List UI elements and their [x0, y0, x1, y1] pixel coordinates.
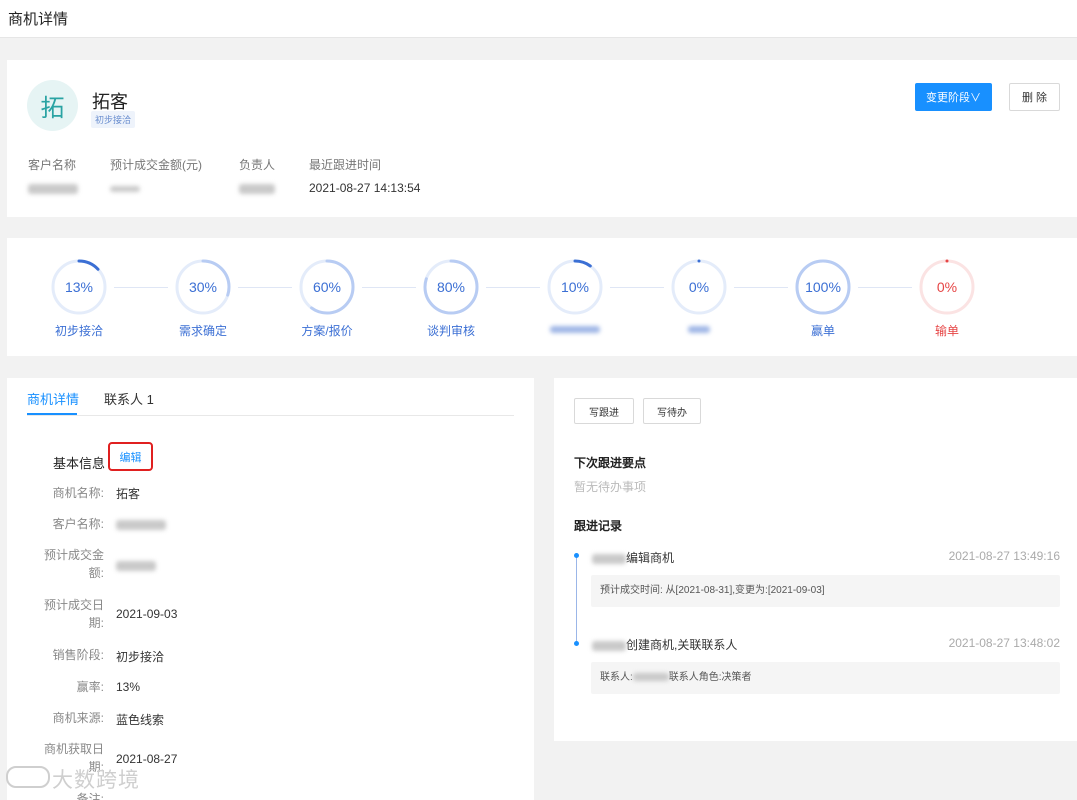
section-title: 基本信息: [53, 456, 106, 471]
record-title: 创建商机,关联联系人: [592, 636, 737, 653]
field-label: 预计成交日期:: [43, 598, 104, 630]
stage-step[interactable]: 80% 谈判审核: [411, 258, 491, 339]
field-label: 客户名称:: [52, 517, 104, 531]
next-points-empty: 暂无待办事项: [574, 480, 647, 494]
tab-contacts[interactable]: 联系人 1: [104, 389, 154, 408]
expected-amount-label: 预计成交金额(元): [110, 158, 202, 172]
stage-percent: 10%: [560, 279, 590, 295]
stage-percent: 0%: [688, 279, 710, 295]
stage-label: [535, 322, 615, 336]
opportunity-header-card: 拓 拓客 初步接洽 变更阶段∨ 删 除 客户名称 预计成交金额(元) 负责人 最…: [7, 60, 1077, 217]
field-label: 商机来源:: [52, 711, 104, 725]
record-time: 2021-08-27 13:49:16: [948, 549, 1060, 563]
field-value: 拓客: [116, 487, 141, 501]
field-value: 2021-09-03: [116, 607, 178, 621]
timeline-line: [576, 555, 577, 645]
stage-step[interactable]: 0% 输单: [907, 258, 987, 339]
stage-percent: 0%: [936, 279, 958, 295]
tab-divider: [27, 415, 514, 416]
stage-percent: 60%: [312, 279, 342, 295]
stage-ring: 80%: [422, 258, 480, 316]
watermark: 大数跨境: [52, 769, 140, 792]
detail-card: 商机详情 联系人 1 基本信息 编辑 商机名称: 拓客 客户名称: 预计成交金额…: [7, 378, 534, 800]
stage-label: [659, 322, 739, 336]
delete-button[interactable]: 删 除: [1009, 83, 1060, 111]
stage-connector: [734, 287, 788, 288]
timeline-dot: [574, 553, 579, 558]
stage-percent: 13%: [64, 279, 94, 295]
stage-step[interactable]: 13% 初步接洽: [39, 258, 119, 339]
stage-connector: [362, 287, 416, 288]
record-detail: 联系人: 联系人角色:决策者: [591, 662, 1060, 694]
stage-percent: 30%: [188, 279, 218, 295]
next-points-title: 下次跟进要点: [574, 456, 647, 470]
stage-step[interactable]: 30% 需求确定: [163, 258, 243, 339]
followup-card: 写跟进 写待办 下次跟进要点 暂无待办事项 跟进记录 编辑商机 2021-08-…: [554, 378, 1077, 741]
stage-label: 谈判审核: [426, 324, 475, 338]
timeline-dot: [574, 641, 579, 646]
owner-label: 负责人: [239, 158, 276, 172]
last-followup-value: 2021-08-27 14:13:54: [309, 181, 421, 195]
stage-ring: 100%: [794, 258, 852, 316]
stage-ring: 30%: [174, 258, 232, 316]
page-title: 商机详情: [8, 11, 69, 28]
record-time: 2021-08-27 13:48:02: [948, 636, 1060, 650]
stage-connector: [858, 287, 912, 288]
stage-connector: [238, 287, 292, 288]
field-value: 蓝色线索: [116, 713, 165, 727]
stage-connector: [486, 287, 540, 288]
field-label: 预计成交金额:: [43, 548, 104, 580]
write-followup-button[interactable]: 写跟进: [574, 398, 634, 424]
stage-percent: 100%: [805, 279, 841, 295]
records-title: 跟进记录: [574, 519, 623, 533]
field-value: 初步接洽: [116, 650, 165, 664]
write-todo-button[interactable]: 写待办: [643, 398, 701, 424]
tab-opportunity-detail[interactable]: 商机详情: [27, 389, 79, 408]
field-label: 赢率:: [76, 680, 104, 694]
field-value: [116, 517, 166, 531]
owner-value: [239, 181, 275, 195]
stage-step[interactable]: 100% 赢单: [783, 258, 863, 339]
stage-step[interactable]: 10%: [535, 258, 615, 336]
stage-ring: 10%: [546, 258, 604, 316]
field-value: 13%: [116, 680, 141, 694]
stage-ring: 0%: [918, 258, 976, 316]
expected-amount-value: [110, 181, 140, 195]
stage-label: 初步接洽: [54, 324, 103, 338]
field-value: [116, 558, 156, 572]
stage-ring: 0%: [670, 258, 728, 316]
edit-link[interactable]: 编辑: [108, 442, 153, 471]
stage-label: 赢单: [810, 324, 835, 338]
watermark-logo-icon: [6, 766, 50, 788]
stage-label: 方案/报价: [301, 324, 353, 338]
stage-percent: 80%: [436, 279, 466, 295]
active-tab-indicator: [27, 413, 77, 415]
stage-connector: [114, 287, 168, 288]
stage-progress-card: 13% 初步接洽 30% 需求确定 60% 方案/报价 80% 谈判审核 10% 0% 100% 赢单…: [7, 238, 1077, 356]
stage-tag: 初步接洽: [91, 111, 136, 128]
stage-step[interactable]: 60% 方案/报价: [287, 258, 367, 339]
stage-label: 需求确定: [178, 324, 227, 338]
customer-name-label: 客户名称: [28, 158, 77, 172]
field-label: 销售阶段:: [52, 648, 104, 662]
stage-connector: [610, 287, 664, 288]
change-stage-button[interactable]: 变更阶段∨: [915, 83, 992, 111]
last-followup-label: 最近跟进时间: [309, 158, 382, 172]
customer-name-value: [28, 181, 78, 195]
stage-step[interactable]: 0%: [659, 258, 739, 336]
field-label: 商机名称:: [52, 486, 104, 500]
record-title: 编辑商机: [592, 549, 674, 566]
stage-ring: 13%: [50, 258, 108, 316]
top-bar: 商机详情: [0, 0, 1077, 38]
record-detail: 预计成交时间: 从[2021-08-31],变更为:[2021-09-03]: [591, 575, 1060, 607]
avatar: 拓: [27, 80, 78, 131]
stage-ring: 60%: [298, 258, 356, 316]
stage-label: 输单: [934, 324, 959, 338]
